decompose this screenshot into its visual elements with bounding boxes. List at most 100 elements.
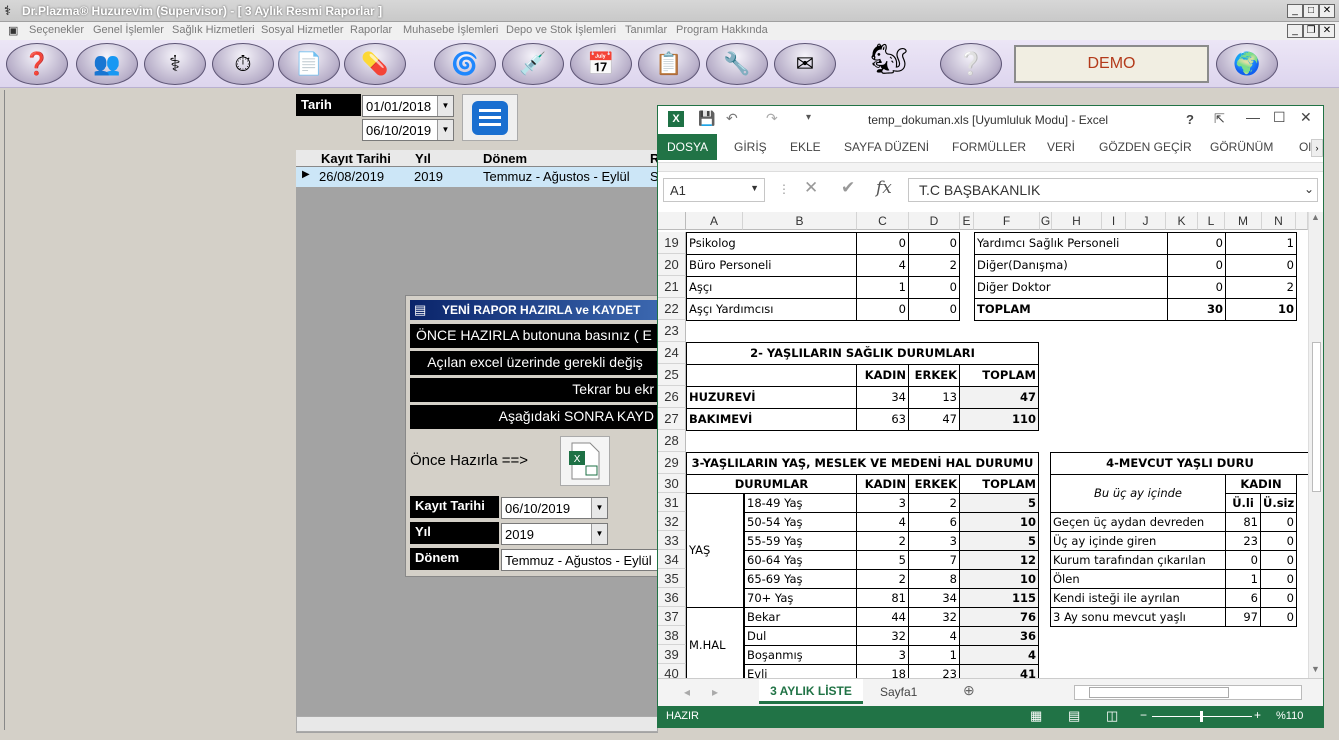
staff-value[interactable]: 4 — [856, 254, 909, 277]
staff-value[interactable]: 1 — [856, 276, 909, 299]
ribbon-options-icon[interactable]: ⇱ — [1214, 111, 1225, 127]
age-value[interactable]: 10 — [959, 569, 1039, 589]
age-value[interactable]: 3 — [856, 493, 909, 513]
kayit-date-field[interactable]: 06/10/2019 ▼ — [501, 497, 608, 519]
age-row-label[interactable]: Dul — [744, 626, 857, 646]
zoom-out-icon[interactable]: − — [1140, 708, 1147, 722]
xl-minimize-button[interactable]: — — [1246, 109, 1260, 125]
yil-select[interactable]: 2019 ▼ — [501, 523, 608, 545]
enter-formula-icon[interactable]: ✔ — [841, 178, 855, 198]
tab-gorunum[interactable]: GÖRÜNÜM — [1210, 140, 1273, 154]
zoom-thumb[interactable] — [1200, 711, 1203, 722]
cancel-formula-icon[interactable]: ✕ — [804, 178, 818, 198]
mevcut-row-label[interactable]: Geçen üç aydan devreden — [1050, 512, 1226, 532]
scroll-up-icon[interactable]: ▲ — [1311, 212, 1320, 222]
col-header[interactable]: B — [743, 212, 857, 230]
row-header[interactable]: 31 — [658, 493, 686, 512]
col-donem[interactable]: Dönem — [483, 151, 527, 166]
customize-qat-icon[interactable]: ▾ — [806, 112, 811, 123]
age-value[interactable]: 10 — [959, 512, 1039, 532]
select-all-corner[interactable] — [658, 212, 686, 230]
mevcut-value[interactable]: 0 — [1260, 569, 1297, 589]
age-value[interactable]: 32 — [908, 607, 960, 627]
health-row-label[interactable]: HUZUREVİ — [686, 386, 857, 409]
health-value[interactable]: 13 — [908, 386, 960, 409]
tab-veri[interactable]: VERİ — [1047, 140, 1075, 154]
row-header[interactable]: 25 — [658, 364, 686, 386]
staff-value[interactable]: 0 — [908, 298, 960, 321]
age-value[interactable]: 8 — [908, 569, 960, 589]
staff-value[interactable]: 1 — [1225, 232, 1297, 255]
xl-close-button[interactable]: ✕ — [1300, 109, 1312, 126]
menu-secenekler[interactable]: Seçenekler — [29, 24, 84, 36]
staff-value[interactable]: 2 — [908, 254, 960, 277]
tab-ekle[interactable]: EKLE — [790, 140, 821, 154]
staff-value[interactable]: 0 — [908, 276, 960, 299]
col-header[interactable]: H — [1052, 212, 1102, 230]
scroll-down-icon[interactable]: ▼ — [1311, 664, 1320, 674]
age-value[interactable]: 5 — [856, 550, 909, 570]
age-header[interactable]: KADIN — [856, 474, 909, 494]
health-value[interactable]: 63 — [856, 408, 909, 431]
chevron-down-icon[interactable]: ▼ — [591, 498, 607, 518]
mail-icon[interactable]: ✉ — [774, 43, 836, 85]
col-kayit-tarihi[interactable]: Kayıt Tarihi — [321, 151, 391, 166]
age-header[interactable]: TOPLAM — [959, 474, 1039, 494]
age-value[interactable]: 1 — [908, 645, 960, 665]
col-header[interactable]: I — [1102, 212, 1126, 230]
staff-value[interactable]: 0 — [1167, 254, 1226, 277]
row-header[interactable]: 37 — [658, 607, 686, 626]
health-header[interactable]: TOPLAM — [959, 364, 1039, 387]
age-value[interactable]: 2 — [856, 531, 909, 551]
list-button[interactable] — [462, 94, 518, 141]
row-header[interactable]: 34 — [658, 550, 686, 569]
row-header[interactable]: 27 — [658, 408, 686, 430]
help-button[interactable]: ? — [1186, 112, 1194, 127]
age-value[interactable]: 18 — [856, 664, 909, 678]
close-button[interactable]: ✕ — [1319, 4, 1335, 18]
staff-value[interactable]: 0 — [1225, 254, 1297, 277]
worksheet-grid[interactable]: A B C D E F G H I J K L M N 19 20 21 22 … — [658, 212, 1308, 678]
tab-dosya[interactable]: DOSYA — [658, 134, 717, 160]
age-header[interactable]: DURUMLAR — [686, 474, 857, 494]
menu-tanimlar[interactable]: Tanımlar — [625, 24, 667, 36]
mevcut-h2[interactable]: Ü.siz — [1260, 493, 1297, 513]
row-header[interactable]: 39 — [658, 645, 686, 664]
medical-tools-icon[interactable]: ⚕ — [144, 43, 206, 85]
mevcut-value[interactable]: 0 — [1260, 607, 1297, 627]
row-header[interactable]: 20 — [658, 254, 686, 276]
age-value[interactable]: 3 — [908, 531, 960, 551]
doctors-icon[interactable]: 👥 — [76, 43, 138, 85]
undo-icon[interactable]: ↶ — [726, 110, 738, 127]
staff-total-label[interactable]: TOPLAM — [974, 298, 1168, 321]
minimize-button[interactable]: _ — [1287, 4, 1303, 18]
age-value[interactable]: 76 — [959, 607, 1039, 627]
child-minimize-button[interactable]: _ — [1287, 24, 1303, 38]
row-header[interactable]: 22 — [658, 298, 686, 320]
health-value[interactable]: 34 — [856, 386, 909, 409]
row-header[interactable]: 30 — [658, 474, 686, 493]
chevron-right-icon[interactable]: › — [1311, 139, 1323, 157]
row-header[interactable]: 23 — [658, 320, 686, 342]
tab-sayfa-duzeni[interactable]: SAYFA DÜZENİ — [844, 140, 929, 154]
staff-name[interactable]: Yardımcı Sağlık Personeli — [974, 232, 1168, 255]
mevcut-value[interactable]: 0 — [1260, 512, 1297, 532]
document-icon[interactable]: 📄 — [278, 43, 340, 85]
age-value[interactable]: 5 — [959, 531, 1039, 551]
age-row-label[interactable]: 50-54 Yaş — [744, 512, 857, 532]
prev-sheet-icon[interactable]: ◂ — [684, 685, 690, 699]
mevcut-value[interactable]: 23 — [1225, 531, 1261, 551]
mevcut-row-label[interactable]: Kendi isteği ile ayrılan — [1050, 588, 1226, 608]
age-value[interactable]: 23 — [908, 664, 960, 678]
cell-kayit[interactable]: 26/08/2019 — [319, 169, 384, 184]
staff-value[interactable]: 0 — [856, 298, 909, 321]
staff-value[interactable]: 0 — [908, 232, 960, 255]
staff-value[interactable]: 0 — [856, 232, 909, 255]
age-value[interactable]: 4 — [856, 512, 909, 532]
col-header[interactable]: D — [909, 212, 960, 230]
mevcut-value[interactable]: 0 — [1260, 531, 1297, 551]
redo-icon[interactable]: ↷ — [766, 110, 778, 127]
age-value[interactable]: 34 — [908, 588, 960, 608]
staff-name[interactable]: Aşçı Yardımcısı — [686, 298, 857, 321]
scroll-thumb[interactable] — [1312, 342, 1321, 492]
